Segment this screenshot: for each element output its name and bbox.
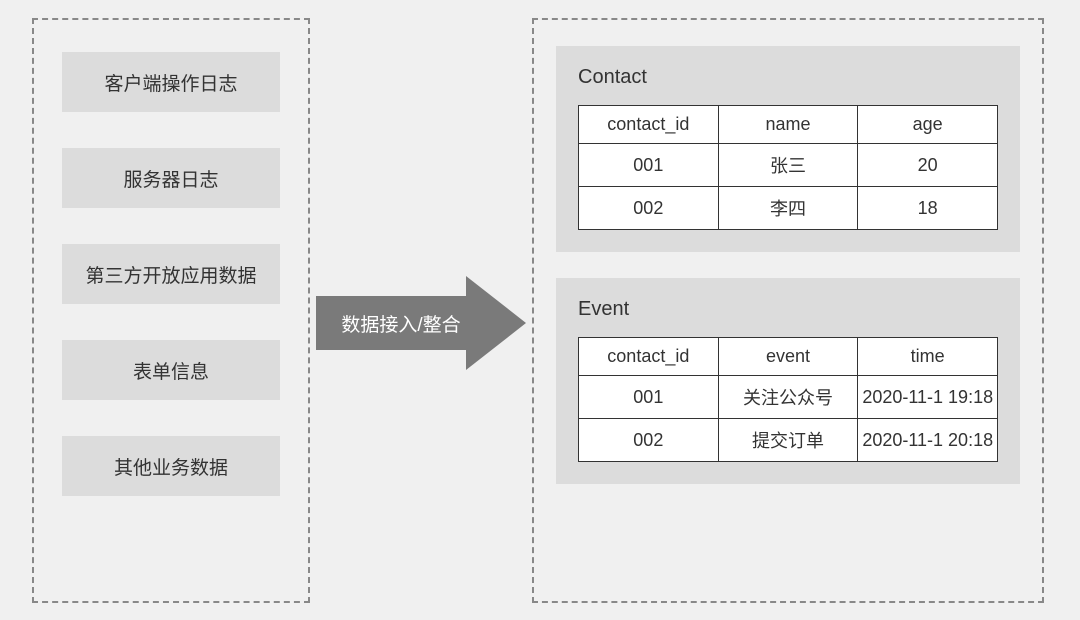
event-title: Event <box>578 298 998 321</box>
contact-cell: 18 <box>858 187 998 230</box>
table-row: 002 提交订单 2020-11-1 20:18 <box>579 419 998 462</box>
contact-header: contact_id <box>579 106 719 144</box>
event-header: time <box>858 338 998 376</box>
source-item: 客户端操作日志 <box>62 52 280 112</box>
source-item: 服务器日志 <box>62 148 280 208</box>
arrow-block: 数据接入/整合 <box>316 276 526 370</box>
event-table: contact_id event time 001 关注公众号 2020-11-… <box>578 337 998 462</box>
event-block: Event contact_id event time 001 关注公众号 20… <box>556 278 1020 484</box>
contact-cell: 张三 <box>718 144 858 187</box>
arrow-label: 数据接入/整合 <box>316 276 486 370</box>
contact-block: Contact contact_id name age 001 张三 20 <box>556 46 1020 252</box>
event-cell: 关注公众号 <box>718 376 858 419</box>
tables-panel: Contact contact_id name age 001 张三 20 <box>532 18 1044 603</box>
event-cell: 002 <box>579 419 719 462</box>
source-item: 第三方开放应用数据 <box>62 244 280 304</box>
table-row: 001 关注公众号 2020-11-1 19:18 <box>579 376 998 419</box>
contact-table: contact_id name age 001 张三 20 002 李四 18 <box>578 105 998 230</box>
source-item: 表单信息 <box>62 340 280 400</box>
contact-title: Contact <box>578 66 998 89</box>
event-header: contact_id <box>579 338 719 376</box>
table-row: 001 张三 20 <box>579 144 998 187</box>
table-row: 002 李四 18 <box>579 187 998 230</box>
contact-cell: 001 <box>579 144 719 187</box>
event-cell: 2020-11-1 20:18 <box>858 419 998 462</box>
source-item: 其他业务数据 <box>62 436 280 496</box>
contact-header: name <box>718 106 858 144</box>
sources-panel: 客户端操作日志 服务器日志 第三方开放应用数据 表单信息 其他业务数据 <box>32 18 310 603</box>
diagram-canvas: 客户端操作日志 服务器日志 第三方开放应用数据 表单信息 其他业务数据 数据接入… <box>0 0 1080 620</box>
event-cell: 2020-11-1 19:18 <box>858 376 998 419</box>
event-header: event <box>718 338 858 376</box>
contact-cell: 李四 <box>718 187 858 230</box>
contact-cell: 002 <box>579 187 719 230</box>
contact-header: age <box>858 106 998 144</box>
contact-cell: 20 <box>858 144 998 187</box>
event-cell: 提交订单 <box>718 419 858 462</box>
event-cell: 001 <box>579 376 719 419</box>
